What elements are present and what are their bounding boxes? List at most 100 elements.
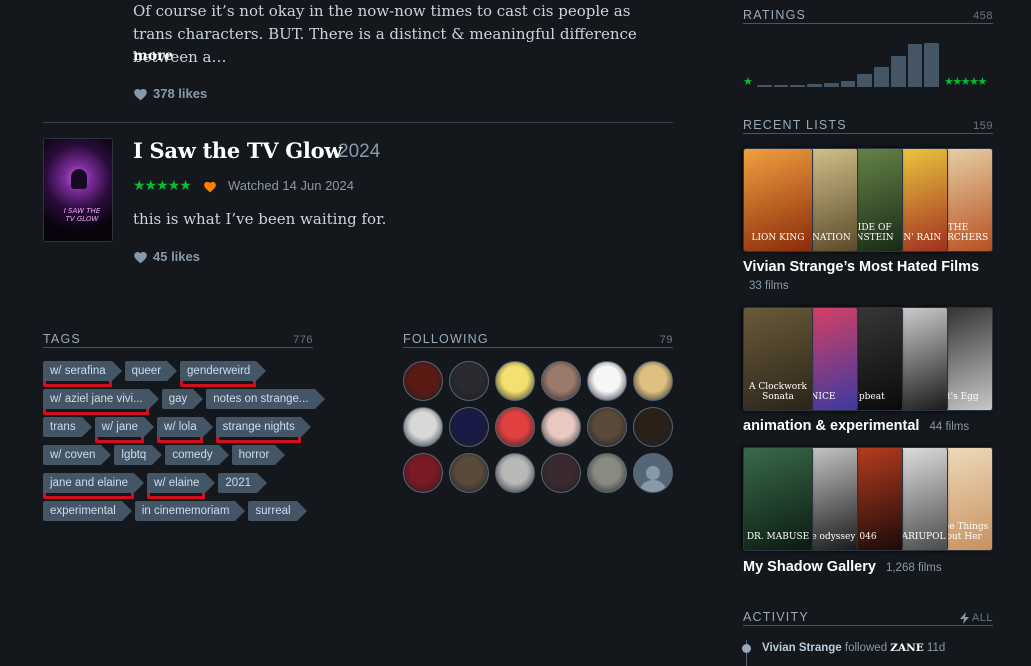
star-rating: ★★★★★ — [133, 177, 192, 193]
tag[interactable]: 2021 — [218, 473, 267, 493]
avatar[interactable] — [633, 453, 673, 493]
rating-bar[interactable] — [773, 84, 789, 87]
like-count[interactable]: 378 likes — [133, 86, 207, 101]
ratings-min-star: ★ — [743, 76, 753, 88]
list-poster[interactable]: LION KING — [743, 148, 813, 252]
ratings-heading: RATINGS 458 — [743, 8, 993, 24]
like-count-label: 45 likes — [153, 249, 200, 264]
list-poster-text: LION KING — [751, 233, 805, 243]
activity-target[interactable]: ZANE — [890, 642, 923, 654]
rating-bar[interactable] — [857, 74, 873, 87]
activity-user[interactable]: Vivian Strange — [762, 642, 842, 654]
tag[interactable]: w/ lola — [157, 417, 213, 437]
rating-bar[interactable] — [823, 83, 839, 87]
watched-date[interactable]: Watched 14 Jun 2024 — [228, 178, 354, 193]
review-text[interactable]: this is what I’ve been waiting for. — [133, 210, 386, 228]
tag[interactable]: comedy — [165, 445, 229, 465]
tag[interactable]: notes on strange... — [206, 389, 325, 409]
activity-heading[interactable]: ACTIVITY ALL — [743, 610, 993, 626]
rating-bar[interactable] — [807, 83, 822, 87]
film-year[interactable]: 2024 — [338, 141, 380, 163]
heart-icon — [134, 251, 147, 263]
rating-bar[interactable] — [757, 85, 772, 87]
tag[interactable]: in cinememoriam — [134, 501, 245, 521]
tag[interactable]: w/ coven — [43, 445, 112, 465]
list-name[interactable]: animation & experimental — [743, 418, 919, 434]
like-count[interactable]: 45 likes — [133, 249, 200, 264]
person-icon — [639, 466, 667, 492]
list-poster[interactable]: A Clockwork Sonata — [743, 307, 813, 411]
tag[interactable]: w/ aziel jane vivi... — [43, 389, 159, 409]
avatar[interactable] — [403, 407, 443, 447]
lightning-icon — [959, 612, 969, 624]
list-count: 44 films — [929, 421, 970, 433]
review-body-text: Of course it’s not okay in the now-now t… — [133, 2, 637, 66]
tag[interactable]: queer — [124, 361, 178, 381]
recent-lists-heading-label: RECENT LISTS — [743, 118, 847, 132]
list-name[interactable]: My Shadow Gallery — [743, 559, 876, 575]
rating-bar[interactable] — [840, 81, 856, 87]
tags-heading[interactable]: TAGS 776 — [43, 332, 313, 348]
ratings-max-stars: ★★★★★ — [944, 76, 987, 88]
like-count-label: 378 likes — [153, 86, 208, 101]
ratings-count: 458 — [973, 10, 993, 22]
tag[interactable]: trans — [43, 417, 92, 437]
following-count[interactable]: 79 — [660, 334, 673, 346]
tag[interactable]: w/ jane — [94, 417, 155, 437]
avatar[interactable] — [403, 453, 443, 493]
more-link[interactable]: more — [133, 48, 173, 64]
film-poster[interactable]: I SAW THE TV GLOW — [43, 138, 113, 242]
tag[interactable]: gay — [161, 389, 203, 409]
tag[interactable]: lgbtq — [114, 445, 163, 465]
activity-all-link[interactable]: ALL — [959, 612, 993, 624]
tag[interactable]: genderweird — [180, 361, 267, 381]
following-heading[interactable]: FOLLOWING 79 — [403, 332, 673, 348]
avatar[interactable] — [587, 361, 627, 401]
poster-title-text: I SAW THE TV GLOW — [63, 207, 101, 223]
avatar[interactable] — [495, 407, 535, 447]
avatar[interactable] — [449, 361, 489, 401]
list-poster-stack[interactable]: A Clockwork Sonata NICE Upbeat rot's Egg — [743, 307, 993, 411]
recent-lists-heading[interactable]: RECENT LISTS 159 — [743, 118, 993, 134]
rating-bar[interactable] — [924, 42, 940, 87]
tag[interactable]: horror — [231, 445, 285, 465]
list-poster-stack[interactable]: LION KING TH NATION BRIDE OF KENSTEIN NGIN'… — [743, 148, 993, 252]
recent-lists-count[interactable]: 159 — [973, 120, 993, 132]
list-poster-stack[interactable]: DR. MABUSE space odyssey 046 AYS ARIUPOL Thr… — [743, 447, 993, 551]
tag[interactable]: w/ elaine — [147, 473, 216, 493]
list-poster-text: A Clockwork Sonata — [749, 382, 807, 402]
avatar[interactable] — [633, 407, 673, 447]
list-poster[interactable]: DR. MABUSE — [743, 447, 813, 551]
rating-bar[interactable] — [907, 44, 923, 87]
heart-icon — [134, 88, 147, 100]
avatar[interactable] — [587, 407, 627, 447]
divider — [43, 122, 673, 123]
following-heading-label: FOLLOWING — [403, 332, 489, 346]
tag[interactable]: strange nights — [215, 417, 312, 437]
tag[interactable]: surreal — [248, 501, 307, 521]
rating-bar[interactable] — [790, 84, 806, 87]
avatar[interactable] — [587, 453, 627, 493]
activity-dot — [742, 644, 751, 653]
rating-bar[interactable] — [890, 55, 906, 87]
tags-count[interactable]: 776 — [293, 334, 313, 346]
rating-bar[interactable] — [874, 67, 889, 87]
list-count: 1,268 films — [885, 562, 942, 574]
list-count: 33 films — [749, 280, 789, 292]
avatar[interactable] — [449, 453, 489, 493]
avatar[interactable] — [633, 361, 673, 401]
avatar[interactable] — [495, 361, 535, 401]
avatar[interactable] — [541, 361, 581, 401]
avatar[interactable] — [495, 453, 535, 493]
list-name[interactable]: Vivian Strange’s Most Hated Films — [743, 259, 979, 275]
tag[interactable]: jane and elaine — [43, 473, 145, 493]
avatar[interactable] — [403, 361, 443, 401]
avatar[interactable] — [541, 407, 581, 447]
activity-item: Vivian Strange followed ZANE 11d — [762, 642, 945, 654]
avatar[interactable] — [449, 407, 489, 447]
avatar[interactable] — [541, 453, 581, 493]
tag[interactable]: w/ serafina — [43, 361, 122, 381]
tag[interactable]: experimental — [43, 501, 132, 521]
list-poster-text: DR. MABUSE — [746, 532, 810, 542]
film-title[interactable]: I Saw the TV Glow — [133, 138, 342, 163]
